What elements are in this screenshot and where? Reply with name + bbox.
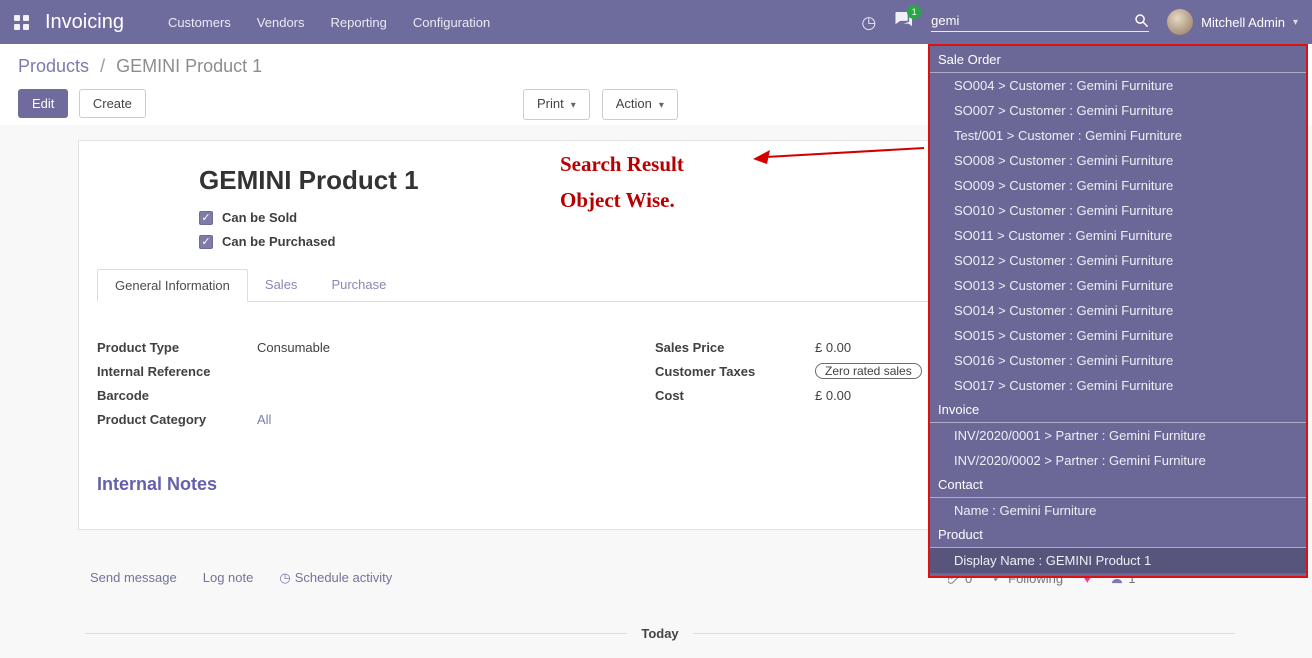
sales-price-label: Sales Price bbox=[655, 340, 815, 355]
menu-reporting[interactable]: Reporting bbox=[331, 15, 387, 30]
search-group-header: Sale Order bbox=[930, 48, 1306, 73]
chevron-down-icon: ▾ bbox=[571, 100, 576, 111]
search-group-header: Invoice bbox=[930, 398, 1306, 423]
customer-taxes-tag: Zero rated sales bbox=[815, 363, 922, 379]
internal-reference-label: Internal Reference bbox=[97, 364, 257, 379]
messages-icon[interactable]: 1 bbox=[894, 11, 913, 33]
apps-menu-icon[interactable] bbox=[14, 15, 29, 30]
search-results-dropdown: Sale Order SO004 > Customer : Gemini Fur… bbox=[928, 44, 1308, 578]
can-be-purchased-label: Can be Purchased bbox=[222, 234, 335, 249]
create-button[interactable]: Create bbox=[79, 89, 146, 118]
activities-clock-icon[interactable]: ◷ bbox=[861, 14, 876, 31]
search-result-item[interactable]: SO004 > Customer : Gemini Furniture bbox=[930, 73, 1306, 98]
today-divider: Today bbox=[85, 626, 1235, 641]
search-result-item[interactable]: SO016 > Customer : Gemini Furniture bbox=[930, 348, 1306, 373]
tab-general-information[interactable]: General Information bbox=[97, 269, 248, 302]
schedule-activity-button[interactable]: ◷Schedule activity bbox=[279, 570, 392, 586]
print-menu-button[interactable]: Print▾ bbox=[523, 89, 590, 120]
search-input[interactable] bbox=[931, 13, 1134, 28]
breadcrumb-separator: / bbox=[100, 56, 105, 76]
menu-customers[interactable]: Customers bbox=[168, 15, 231, 30]
can-be-sold-label: Can be Sold bbox=[222, 210, 297, 225]
action-menu-button[interactable]: Action▾ bbox=[602, 89, 678, 120]
breadcrumb-products-link[interactable]: Products bbox=[18, 56, 89, 76]
log-note-button[interactable]: Log note bbox=[203, 570, 254, 586]
topbar: Invoicing Customers Vendors Reporting Co… bbox=[0, 0, 1312, 44]
search-result-item-selected[interactable]: Display Name : GEMINI Product 1 bbox=[930, 548, 1306, 573]
top-menu: Customers Vendors Reporting Configuratio… bbox=[168, 15, 490, 30]
tab-sales[interactable]: Sales bbox=[248, 269, 315, 301]
search-result-item[interactable]: SO010 > Customer : Gemini Furniture bbox=[930, 198, 1306, 223]
internal-reference-row: Internal Reference bbox=[97, 362, 655, 380]
annotation-line-1: Search Result bbox=[560, 146, 684, 182]
search-result-item[interactable]: SO007 > Customer : Gemini Furniture bbox=[930, 98, 1306, 123]
search-result-item[interactable]: INV/2020/0001 > Partner : Gemini Furnitu… bbox=[930, 423, 1306, 448]
menu-vendors[interactable]: Vendors bbox=[257, 15, 305, 30]
search-group-sale-order: Sale Order SO004 > Customer : Gemini Fur… bbox=[930, 48, 1306, 398]
app-title[interactable]: Invoicing bbox=[45, 11, 124, 34]
avatar bbox=[1167, 9, 1193, 35]
global-search bbox=[931, 13, 1149, 32]
search-group-contact: Contact Name : Gemini Furniture bbox=[930, 473, 1306, 523]
barcode-label: Barcode bbox=[97, 388, 257, 403]
search-result-item[interactable]: SO008 > Customer : Gemini Furniture bbox=[930, 148, 1306, 173]
search-result-item[interactable]: Test/001 > Customer : Gemini Furniture bbox=[930, 123, 1306, 148]
search-group-header: Contact bbox=[930, 473, 1306, 498]
search-group-invoice: Invoice INV/2020/0001 > Partner : Gemini… bbox=[930, 398, 1306, 473]
search-result-item[interactable]: SO013 > Customer : Gemini Furniture bbox=[930, 273, 1306, 298]
product-type-label: Product Type bbox=[97, 340, 257, 355]
annotation-line-2: Object Wise. bbox=[560, 182, 684, 218]
annotation-arrow bbox=[752, 140, 930, 172]
search-group-header: Product bbox=[930, 523, 1306, 548]
search-result-item[interactable]: SO015 > Customer : Gemini Furniture bbox=[930, 323, 1306, 348]
product-type-value: Consumable bbox=[257, 340, 330, 355]
left-field-group: Product Type Consumable Internal Referen… bbox=[97, 338, 655, 434]
search-result-item[interactable]: INV/2020/0002 > Partner : Gemini Furnitu… bbox=[930, 448, 1306, 473]
search-result-item[interactable]: SO017 > Customer : Gemini Furniture bbox=[930, 373, 1306, 398]
search-result-item[interactable]: SO009 > Customer : Gemini Furniture bbox=[930, 173, 1306, 198]
can-be-sold-checkbox[interactable]: ✓ bbox=[199, 211, 213, 225]
cost-label: Cost bbox=[655, 388, 815, 403]
product-category-row: Product Category All bbox=[97, 410, 655, 428]
chevron-down-icon: ▾ bbox=[1293, 17, 1298, 28]
product-category-value[interactable]: All bbox=[257, 412, 271, 427]
chevron-down-icon: ▾ bbox=[659, 100, 664, 111]
send-message-button[interactable]: Send message bbox=[90, 570, 177, 586]
search-result-item[interactable]: Name : Gemini Furniture bbox=[930, 498, 1306, 523]
today-label: Today bbox=[641, 626, 678, 641]
product-category-label: Product Category bbox=[97, 412, 257, 427]
edit-button[interactable]: Edit bbox=[18, 89, 68, 118]
can-be-purchased-checkbox[interactable]: ✓ bbox=[199, 235, 213, 249]
user-name: Mitchell Admin bbox=[1201, 15, 1285, 30]
search-icon[interactable] bbox=[1134, 13, 1149, 28]
barcode-row: Barcode bbox=[97, 386, 655, 404]
action-buttons: Print▾ Action▾ bbox=[517, 89, 678, 120]
cost-value: £ 0.00 bbox=[815, 388, 851, 403]
chatter-buttons: Send message Log note ◷Schedule activity bbox=[90, 570, 392, 586]
clock-icon: ◷ bbox=[279, 570, 290, 585]
search-result-item[interactable]: SO011 > Customer : Gemini Furniture bbox=[930, 223, 1306, 248]
customer-taxes-label: Customer Taxes bbox=[655, 364, 815, 379]
product-type-row: Product Type Consumable bbox=[97, 338, 655, 356]
menu-configuration[interactable]: Configuration bbox=[413, 15, 490, 30]
search-group-product: Product Display Name : GEMINI Product 1 bbox=[930, 523, 1306, 573]
annotation-note: Search Result Object Wise. bbox=[560, 146, 684, 218]
sales-price-value: £ 0.00 bbox=[815, 340, 851, 355]
breadcrumb-current: GEMINI Product 1 bbox=[116, 56, 262, 76]
page: Invoicing Customers Vendors Reporting Co… bbox=[0, 0, 1312, 658]
search-result-item[interactable]: SO012 > Customer : Gemini Furniture bbox=[930, 248, 1306, 273]
tab-purchase[interactable]: Purchase bbox=[314, 269, 403, 301]
search-result-item[interactable]: SO014 > Customer : Gemini Furniture bbox=[930, 298, 1306, 323]
topbar-right: ◷ 1 Mitchell Admin ▾ bbox=[861, 9, 1298, 35]
user-menu[interactable]: Mitchell Admin ▾ bbox=[1167, 9, 1298, 35]
chat-unread-badge: 1 bbox=[907, 5, 921, 19]
